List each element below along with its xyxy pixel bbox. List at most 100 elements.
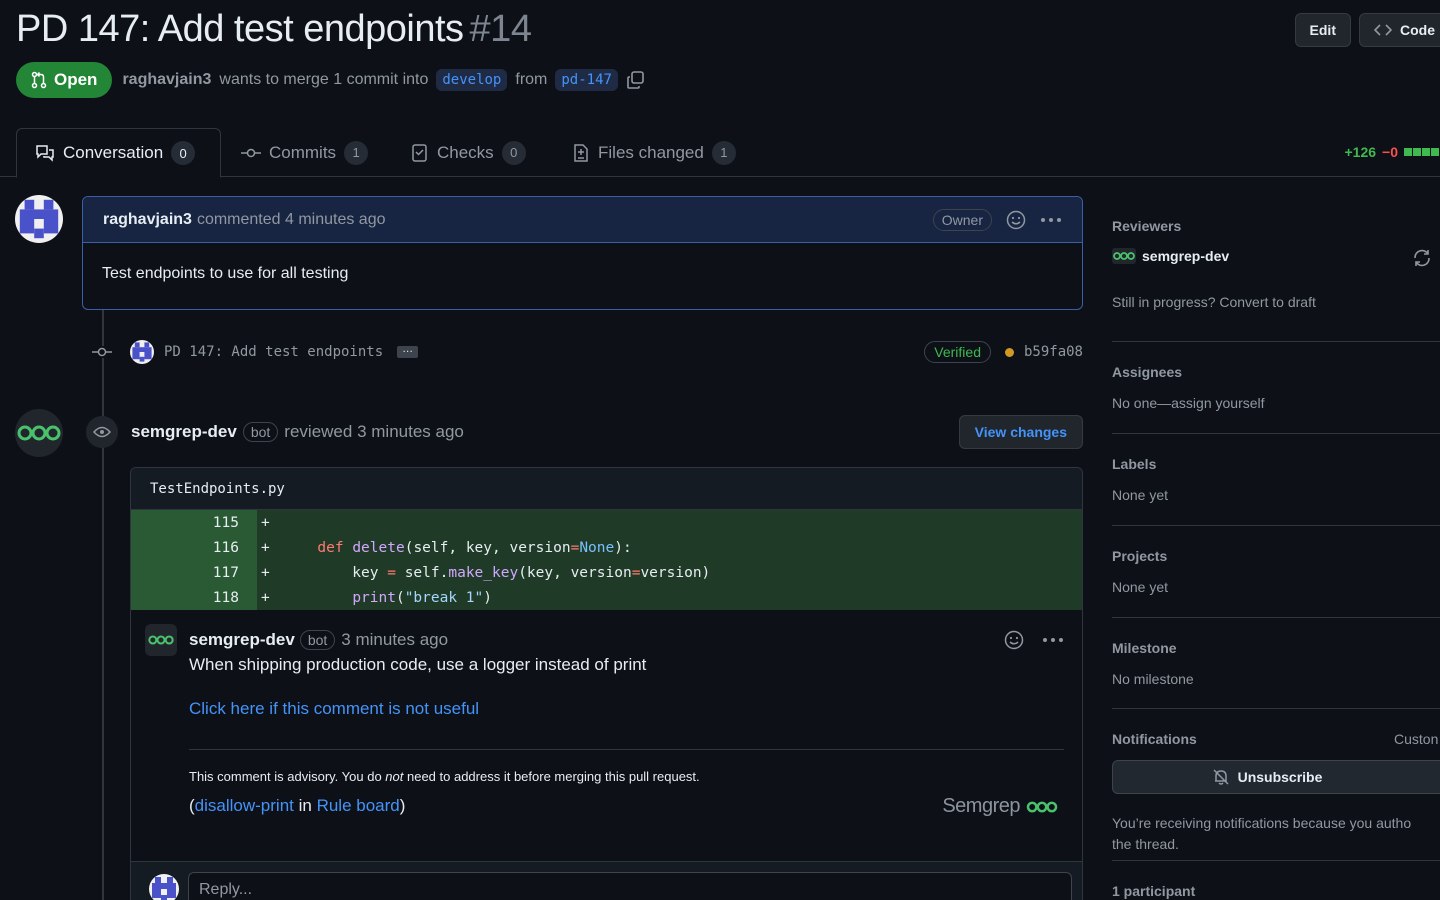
tab-counter: 0 xyxy=(171,141,196,165)
diff-code: print("break 1") xyxy=(352,589,493,606)
sidebar-title[interactable]: Assignees xyxy=(1112,364,1182,380)
pr-author-link[interactable]: raghavjain3 xyxy=(122,71,211,89)
comment-author[interactable]: semgrep-dev xyxy=(189,630,295,650)
line-number[interactable]: 118 xyxy=(131,585,257,610)
reviewer-name: semgrep-dev xyxy=(1142,248,1230,264)
tab-checks[interactable]: Checks 0 xyxy=(411,128,526,177)
copy-icon[interactable] xyxy=(626,70,646,90)
status-dot-icon[interactable] xyxy=(1004,347,1014,357)
advisory-post: need to address it before merging this p… xyxy=(403,769,700,784)
from-text: from xyxy=(515,71,548,88)
tab-files-changed[interactable]: Files changed 1 xyxy=(572,128,736,177)
notification-reason-line2: the thread. xyxy=(1112,836,1179,852)
smiley-icon[interactable] xyxy=(1004,630,1024,650)
diffstat-bar xyxy=(1404,148,1440,156)
code-button[interactable]: Code xyxy=(1359,13,1440,47)
diff-line: 118 + print("break 1") xyxy=(131,585,1082,610)
notification-reason: You’re receiving notifications because y… xyxy=(1112,813,1411,855)
edit-button[interactable]: Edit xyxy=(1294,13,1351,47)
diffstat: +126 −0 xyxy=(1344,144,1440,160)
comment-action: commented xyxy=(196,210,281,228)
comment-discussion-icon xyxy=(36,145,54,162)
view-changes-button[interactable]: View changes xyxy=(958,415,1083,449)
avatar[interactable] xyxy=(15,195,63,243)
sidebar-participants: 1 participant xyxy=(1112,861,1440,900)
convert-to-draft-link[interactable]: Still in progress? Convert to draft xyxy=(1112,294,1316,310)
sidebar-labels: Labels None yet xyxy=(1112,434,1440,526)
reply-input[interactable]: Reply... xyxy=(188,872,1072,900)
reviewer-item[interactable]: semgrep-dev xyxy=(1112,248,1229,264)
tab-label: Conversation xyxy=(63,143,164,162)
base-branch[interactable]: develop xyxy=(436,69,508,91)
bell-slash-icon xyxy=(1213,769,1229,785)
tab-counter: 0 xyxy=(501,140,526,165)
file-name[interactable]: TestEndpoints.py xyxy=(131,468,1082,510)
identicon-avatar xyxy=(15,195,63,243)
comment-time[interactable]: 3 minutes ago xyxy=(341,630,448,650)
diff-code: key = self.make_key(key, version=version… xyxy=(273,564,711,581)
avatar[interactable] xyxy=(145,624,177,656)
tab-commits[interactable]: Commits 1 xyxy=(241,128,369,177)
rule-board-link[interactable]: Rule board xyxy=(317,796,400,815)
tab-label: Commits xyxy=(269,142,337,162)
sidebar-title: 1 participant xyxy=(1112,883,1196,899)
pr-title: PD 147: Add test endpoints #14 xyxy=(16,8,532,51)
diff-sign: + xyxy=(261,564,270,581)
bot-badge: bot xyxy=(242,422,279,442)
reviewer-name[interactable]: semgrep-dev xyxy=(131,422,237,442)
sidebar-title: Notifications xyxy=(1112,731,1197,747)
verified-badge[interactable]: Verified xyxy=(924,341,991,363)
comment-time[interactable]: 4 minutes ago xyxy=(285,211,386,229)
inline-comment-text: When shipping production code, use a log… xyxy=(189,655,647,674)
semgrep-logo-icon xyxy=(148,635,174,645)
sidebar-notifications: Notifications Custon Unsubscribe You’re … xyxy=(1112,709,1440,861)
avatar[interactable] xyxy=(130,340,154,364)
review-thread: TestEndpoints.py 115 + 116 + def delete(se… xyxy=(130,467,1083,900)
rule-close: ) xyxy=(399,796,406,815)
commit-message[interactable]: PD 147: Add test endpoints xyxy=(164,344,383,360)
not-useful-link[interactable]: Click here if this comment is not useful xyxy=(189,699,1070,719)
customize-link[interactable]: Custon xyxy=(1394,731,1438,747)
comment-author[interactable]: raghavjain3 xyxy=(103,211,192,229)
tab-conversation[interactable]: Conversation 0 xyxy=(16,128,221,178)
unsubscribe-label: Unsubscribe xyxy=(1237,769,1323,785)
head-branch[interactable]: pd-147 xyxy=(555,69,618,91)
line-number[interactable]: 115 xyxy=(131,510,257,535)
sidebar-milestone: Milestone No milestone xyxy=(1112,618,1440,709)
semgrep-logo-icon xyxy=(1112,248,1136,264)
diff-hunk: 115 + 116 + def delete(self, key, version=… xyxy=(131,510,1082,610)
semgrep-wordmark[interactable]: Semgrep xyxy=(942,795,1060,818)
sidebar-title[interactable]: Milestone xyxy=(1112,640,1177,656)
sidebar-title[interactable]: Reviewers xyxy=(1112,218,1181,234)
assign-yourself-link[interactable]: No one—assign yourself xyxy=(1112,395,1265,411)
expand-commit-button[interactable]: … xyxy=(397,344,419,358)
kebab-horizontal-icon[interactable] xyxy=(1040,217,1062,223)
projects-value: None yet xyxy=(1112,579,1169,595)
commit-icon xyxy=(92,346,112,358)
status-badge: Open xyxy=(16,62,113,98)
notification-reason-line1: You’re receiving notifications because y… xyxy=(1112,815,1412,831)
semgrep-logo-icon xyxy=(1026,801,1058,812)
rule-name-link[interactable]: disallow-print xyxy=(195,796,294,815)
smiley-icon[interactable] xyxy=(1006,210,1026,230)
sidebar-title[interactable]: Labels xyxy=(1112,456,1156,472)
line-number[interactable]: 116 xyxy=(131,535,257,560)
review-time[interactable]: 3 minutes ago xyxy=(357,422,464,442)
avatar xyxy=(149,874,179,900)
kebab-horizontal-icon[interactable] xyxy=(1042,637,1064,643)
commit-sha[interactable]: b59fa08 xyxy=(1024,344,1083,360)
owner-badge: Owner xyxy=(932,208,992,231)
semgrep-logo-icon xyxy=(17,425,61,441)
inline-comment-header: semgrep-dev bot 3 minutes ago xyxy=(145,623,1070,657)
commit-icon xyxy=(241,148,261,157)
comment-body: Test endpoints to use for all testing xyxy=(102,265,349,282)
avatar[interactable] xyxy=(15,409,63,457)
sidebar-title[interactable]: Projects xyxy=(1112,548,1167,564)
unsubscribe-button[interactable]: Unsubscribe xyxy=(1112,760,1440,794)
sync-icon[interactable] xyxy=(1412,248,1432,268)
sidebar-projects: Projects None yet xyxy=(1112,526,1440,618)
deletions-count: −0 xyxy=(1382,144,1398,160)
diff-sign: + xyxy=(261,539,270,556)
advisory-em: not xyxy=(385,769,404,784)
line-number[interactable]: 117 xyxy=(131,560,257,585)
